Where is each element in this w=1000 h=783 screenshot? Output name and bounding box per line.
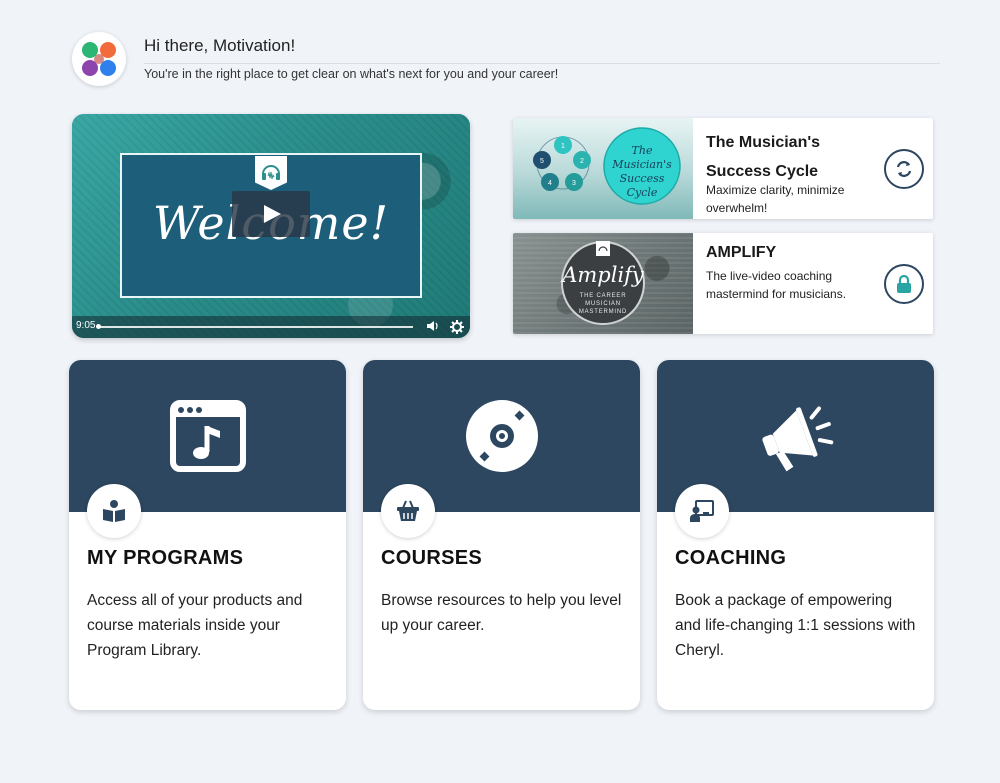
program-title[interactable]: The Musician's Success Cycle — [706, 128, 856, 186]
program-thumbnail: Amplify THE CAREER MUSICIAN MASTERMIND — [513, 233, 693, 334]
basket-icon — [397, 500, 419, 521]
card-description: Book a package of empowering and life-ch… — [675, 592, 916, 659]
megaphone-icon — [761, 406, 833, 472]
greeting-subtitle: You're in the right place to get clear o… — [144, 67, 559, 81]
svg-text:5: 5 — [540, 158, 544, 165]
video-time: 9:05 — [76, 320, 96, 331]
logo-icon — [82, 42, 116, 76]
card-title: COURSES — [381, 547, 483, 569]
svg-text:1: 1 — [561, 143, 565, 150]
card-badge — [675, 484, 729, 538]
card-title: COACHING — [675, 547, 787, 569]
disc-icon — [465, 400, 538, 472]
success-cycle-thumb-text: The Musician's Success Cycle — [612, 144, 672, 199]
svg-text:4: 4 — [548, 180, 552, 187]
program-card-amplify[interactable]: Amplify THE CAREER MUSICIAN MASTERMIND A… — [513, 233, 933, 334]
volume-icon[interactable] — [426, 320, 440, 332]
presenter-icon — [690, 500, 714, 522]
header-divider — [144, 63, 940, 64]
lock-button[interactable] — [884, 264, 924, 304]
card-badge — [381, 484, 435, 538]
gear-icon[interactable] — [450, 320, 464, 334]
program-card-success-cycle[interactable]: 1 2 3 4 5 The Musician's Success Cycle T… — [513, 118, 933, 219]
program-description: The live-video coaching mastermind for m… — [706, 269, 847, 301]
progress-handle[interactable] — [96, 324, 101, 329]
card-courses[interactable]: COURSES Browse resources to help you lev… — [363, 360, 640, 710]
lock-icon — [897, 274, 911, 293]
welcome-video-player[interactable]: Welcome! 9:05 — [72, 114, 470, 338]
program-thumbnail: 1 2 3 4 5 The Musician's Success Cycle — [513, 118, 693, 219]
program-description: Maximize clarity, minimize overwhelm! — [706, 183, 845, 215]
headphones-icon — [262, 165, 280, 180]
amplify-thumb-title: Amplify — [562, 263, 644, 287]
play-button[interactable] — [232, 191, 310, 237]
open-book-icon — [103, 500, 125, 522]
program-title[interactable]: AMPLIFY — [706, 243, 776, 263]
refresh-button[interactable] — [884, 149, 924, 189]
card-coaching[interactable]: COACHING Book a package of empowering an… — [657, 360, 934, 710]
page-header: Hi there, Motivation! You're in the righ… — [72, 32, 940, 88]
music-window-icon — [169, 400, 246, 472]
greeting-title: Hi there, Motivation! — [144, 36, 296, 55]
card-description: Browse resources to help you level up yo… — [381, 592, 622, 634]
video-progress-bar[interactable] — [98, 326, 413, 328]
app-logo[interactable] — [72, 32, 126, 86]
card-title: MY PROGRAMS — [87, 547, 244, 569]
card-badge — [87, 484, 141, 538]
svg-text:2: 2 — [580, 158, 584, 165]
card-my-programs[interactable]: MY PROGRAMS Access all of your products … — [69, 360, 346, 710]
card-description: Access all of your products and course m… — [87, 592, 303, 659]
refresh-icon — [896, 161, 912, 177]
video-controls: 9:05 — [72, 316, 470, 338]
amplify-thumb-subtitle: THE CAREER MUSICIAN MASTERMIND — [578, 293, 628, 315]
svg-text:3: 3 — [572, 180, 576, 187]
